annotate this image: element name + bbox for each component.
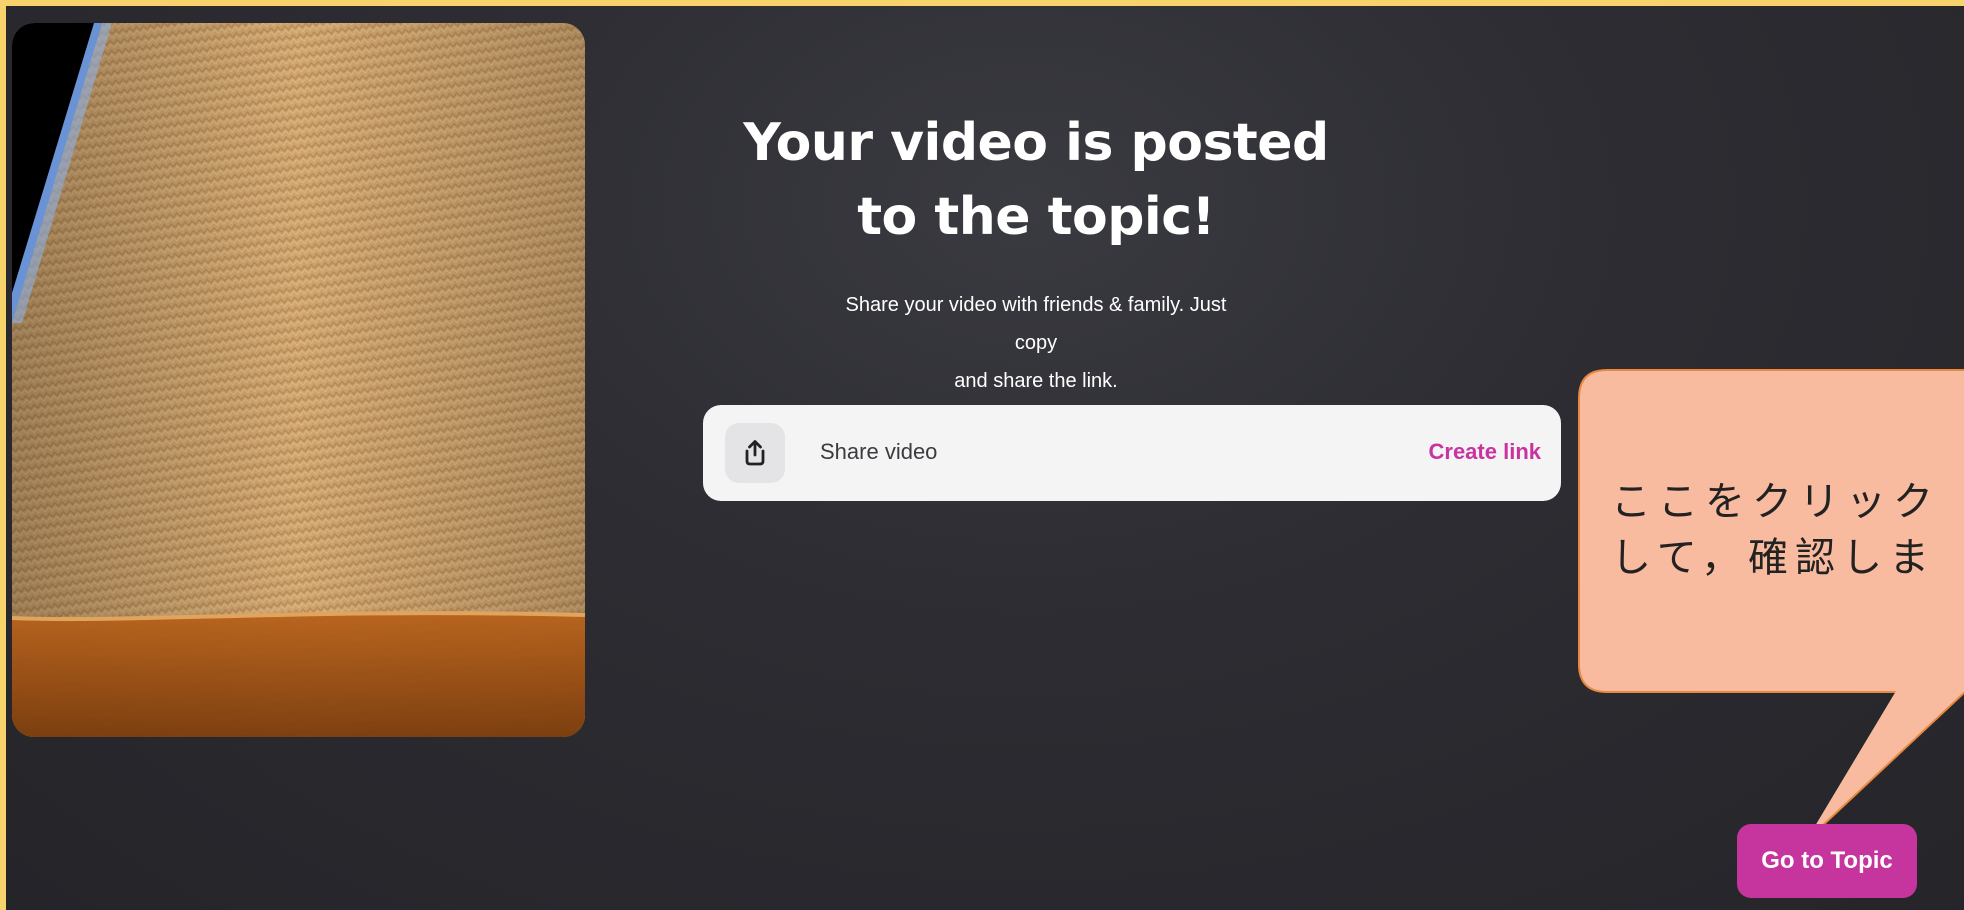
page-title: Your video is posted to the topic! — [736, 106, 1336, 254]
callout-line-2: して，確認しま — [1611, 535, 1936, 581]
video-thumbnail[interactable] — [12, 23, 585, 737]
video-thumbnail-image — [12, 23, 585, 737]
callout-text: ここをクリック して，確認しま — [1611, 474, 1964, 586]
title-line-1: Your video is posted — [743, 113, 1329, 173]
description-line-1: Share your video with friends & family. … — [845, 294, 1227, 354]
share-upload-icon — [745, 440, 765, 466]
callout-line-1: ここをクリック — [1611, 479, 1940, 525]
go-to-topic-button[interactable]: Go to Topic — [1737, 824, 1917, 898]
share-video-label: Share video — [820, 439, 938, 464]
share-video-card: Share video Create link — [703, 405, 1561, 501]
share-description: Share your video with friends & family. … — [836, 286, 1236, 400]
title-line-2: to the topic! — [857, 187, 1215, 247]
description-line-2: and share the link. — [954, 370, 1118, 392]
page: Your video is posted to the topic! Share… — [6, 6, 1964, 910]
share-icon-button[interactable] — [725, 423, 785, 483]
annotation-callout: ここをクリック して，確認しま — [1573, 364, 1964, 694]
create-link-button[interactable]: Create link — [1429, 437, 1542, 467]
callout-bubble-shape — [1578, 369, 1964, 694]
